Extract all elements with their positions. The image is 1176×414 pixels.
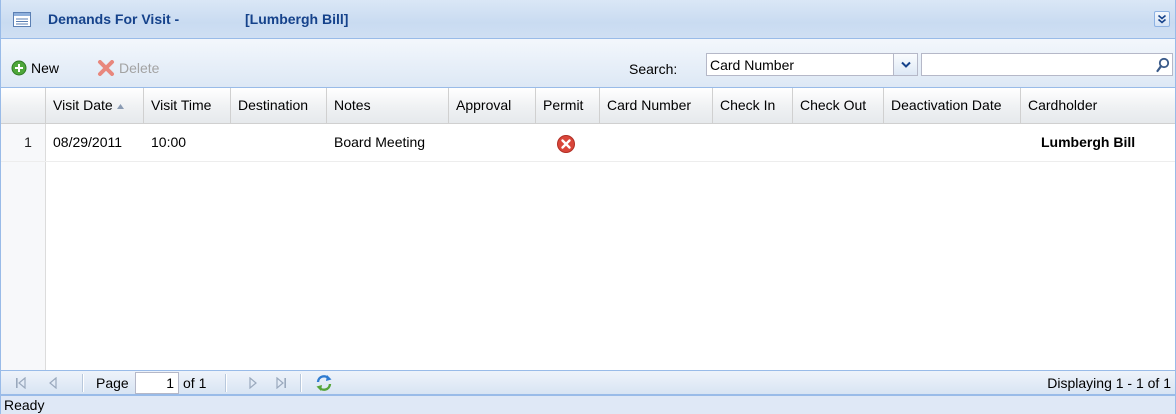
cell-check-out <box>793 124 884 161</box>
search-field-value: Card Number <box>710 57 795 73</box>
toolbar-separator <box>82 374 84 392</box>
status-text: Ready <box>4 397 45 413</box>
column-header-check-in[interactable]: Check In <box>713 88 793 123</box>
column-header-approval[interactable]: Approval <box>449 88 536 123</box>
last-page-button[interactable] <box>273 375 289 391</box>
column-header-visit-date[interactable]: Visit Date <box>46 88 144 123</box>
delete-x-icon <box>98 60 114 76</box>
last-page-icon <box>276 377 286 389</box>
first-page-button[interactable] <box>13 375 29 391</box>
page-number-input[interactable] <box>135 372 179 394</box>
grid-list-icon <box>13 12 31 27</box>
next-page-icon <box>249 377 257 389</box>
search-label: Search: <box>629 61 678 77</box>
table-row[interactable]: 1 08/29/2011 10:00 Board Meeting Lumberg… <box>1 124 1175 162</box>
cell-destination <box>231 124 327 161</box>
column-header-notes[interactable]: Notes <box>327 88 449 123</box>
status-bar-panel: Ready <box>0 395 1176 414</box>
sort-ascending-icon <box>116 103 124 109</box>
previous-page-button[interactable] <box>45 375 61 391</box>
page-count: of 1 <box>183 375 207 391</box>
column-header-deactivation-date[interactable]: Deactivation Date <box>884 88 1021 123</box>
paging-display-message: Displaying 1 - 1 of 1 <box>1047 375 1171 391</box>
column-header-label: Deactivation Date <box>891 97 1002 113</box>
search-field-select[interactable]: Card Number <box>706 53 918 76</box>
column-header-label: Card Number <box>607 97 692 113</box>
cell-visit-date: 08/29/2011 <box>53 134 123 150</box>
column-header-label: Visit Date <box>53 97 113 113</box>
delete-button-label: Delete <box>119 60 160 76</box>
new-button[interactable]: New <box>11 59 59 77</box>
refresh-icon <box>316 375 332 391</box>
panel-title: Demands For Visit - <box>48 11 180 27</box>
previous-page-icon <box>49 377 57 389</box>
column-header-label: Visit Time <box>151 97 212 113</box>
cell-approval <box>449 124 536 161</box>
first-page-icon <box>16 377 26 389</box>
column-header-cardholder[interactable]: Cardholder <box>1021 88 1171 123</box>
toolbar-separator <box>225 374 227 392</box>
column-header-label: Check In <box>720 97 776 113</box>
panel-title-subject: [Lumbergh Bill] <box>245 11 349 27</box>
cell-permit <box>536 124 600 161</box>
cell-check-in <box>713 124 793 161</box>
collapse-button[interactable] <box>1154 11 1170 27</box>
cell-deactivation-date <box>884 124 1021 161</box>
cell-cardholder: Lumbergh Bill <box>1041 134 1136 150</box>
panel-header: Demands For Visit - [Lumbergh Bill] <box>1 0 1175 39</box>
add-circle-icon <box>11 60 27 76</box>
demands-for-visit-panel: Demands For Visit - [Lumbergh Bill] New … <box>0 0 1176 414</box>
search-field-dropdown-trigger[interactable] <box>893 54 917 75</box>
chevron-down-icon <box>900 61 911 68</box>
next-page-button[interactable] <box>245 375 261 391</box>
toolbar: New Delete Search: Card Number <box>1 39 1175 88</box>
column-header-destination[interactable]: Destination <box>231 88 327 123</box>
column-header-label: Notes <box>334 97 371 113</box>
toolbar-separator <box>300 374 302 392</box>
cell-card-number <box>600 124 713 161</box>
refresh-button[interactable] <box>314 373 334 393</box>
column-header-label: Permit <box>543 97 584 113</box>
column-header-label: Approval <box>456 97 512 113</box>
paging-toolbar: Page of 1 Displaying 1 - 1 of 1 <box>1 370 1175 395</box>
row-number: 1 <box>24 134 32 150</box>
column-header-label: Destination <box>238 97 309 113</box>
new-button-label: New <box>31 60 60 76</box>
search-button[interactable] <box>1153 54 1172 75</box>
row-numberer-header <box>1 88 46 123</box>
column-header-permit[interactable]: Permit <box>536 88 600 123</box>
column-header-visit-time[interactable]: Visit Time <box>144 88 231 123</box>
column-header-label: Cardholder <box>1028 97 1098 113</box>
column-header-card-number[interactable]: Card Number <box>600 88 713 123</box>
column-header-check-out[interactable]: Check Out <box>793 88 884 123</box>
search-icon <box>1155 57 1169 72</box>
grid-header: Visit Date Visit Time Destination Notes … <box>1 88 1175 124</box>
page-label: Page <box>96 375 129 391</box>
column-header-label: Check Out <box>800 97 867 113</box>
double-chevron-down-icon <box>1157 14 1167 24</box>
denied-x-icon <box>557 135 575 153</box>
grid-body: 1 08/29/2011 10:00 Board Meeting Lumberg… <box>1 124 1175 370</box>
search-input[interactable] <box>921 53 1173 76</box>
cell-visit-time: 10:00 <box>151 134 187 150</box>
delete-button[interactable]: Delete <box>97 59 159 77</box>
cell-notes: Board Meeting <box>334 134 426 150</box>
